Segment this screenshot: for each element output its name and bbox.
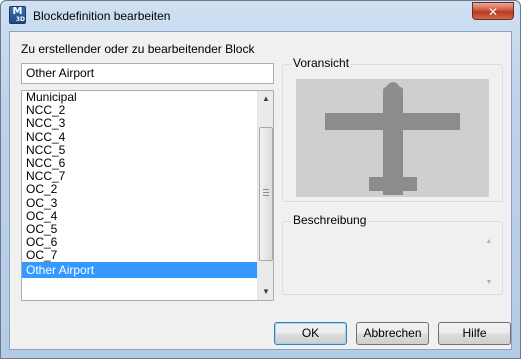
list-item[interactable]: OC_5 <box>22 222 258 236</box>
scroll-up-arrow-icon[interactable]: ▲ <box>258 91 273 107</box>
description-group: Beschreibung ▲ ▼ <box>282 213 503 295</box>
dialog-client-area: Zu erstellender oder zu bearbeitender Bl… <box>9 31 512 350</box>
list-item[interactable]: NCC_4 <box>22 130 258 144</box>
description-label: Beschreibung <box>291 213 369 227</box>
preview-group: Voransicht <box>282 56 503 202</box>
list-item[interactable]: NCC_3 <box>22 117 258 130</box>
list-item[interactable]: OC_4 <box>22 209 258 223</box>
list-scrollbar[interactable]: ▲ ▼ <box>257 91 273 300</box>
app-icon: M 3D <box>9 6 26 24</box>
list-item[interactable]: OC_2 <box>22 183 258 196</box>
preview-label: Voransicht <box>291 56 352 70</box>
block-label: Zu erstellender oder zu bearbeitender Bl… <box>21 42 255 56</box>
window-title: Blockdefinition bearbeiten <box>33 9 171 23</box>
ok-button[interactable]: OK <box>274 322 347 345</box>
title-bar[interactable]: M 3D Blockdefinition bearbeiten ✕ <box>1 1 520 31</box>
scroll-thumb[interactable] <box>259 127 273 261</box>
list-item[interactable]: OC_7 <box>22 249 258 262</box>
help-button[interactable]: Hilfe <box>438 322 511 345</box>
list-item-selected[interactable]: Other Airport <box>22 262 258 279</box>
list-item[interactable]: OC_3 <box>22 196 258 210</box>
block-list-items: Municipal NCC_2 NCC_3 NCC_4 NCC_5 NCC_6 NCC_7 O… <box>22 91 258 279</box>
scroll-down-arrow-icon[interactable]: ▼ <box>258 284 273 300</box>
desc-scroll-up-icon: ▲ <box>485 238 493 245</box>
block-listbox[interactable]: Municipal NCC_2 NCC_3 NCC_4 NCC_5 NCC_6 NCC_7 O… <box>21 90 274 301</box>
cancel-button[interactable]: Abbrechen <box>356 322 429 345</box>
app-icon-sub: 3D <box>15 16 25 23</box>
description-scrollbar: ▲ ▼ <box>484 238 494 286</box>
preview-area <box>296 79 489 197</box>
airplane-icon <box>325 82 460 195</box>
block-name-input[interactable]: Other Airport <box>21 63 274 84</box>
dialog-window: M 3D Blockdefinition bearbeiten ✕ Zu ers… <box>0 0 521 359</box>
scroll-grip-icon <box>263 189 269 196</box>
list-item[interactable]: NCC_7 <box>22 170 258 183</box>
close-button[interactable]: ✕ <box>472 2 514 20</box>
close-icon: ✕ <box>487 5 499 19</box>
list-item[interactable]: NCC_5 <box>22 143 258 157</box>
list-item[interactable]: OC_6 <box>22 235 258 249</box>
desc-scroll-down-icon: ▼ <box>485 279 493 286</box>
